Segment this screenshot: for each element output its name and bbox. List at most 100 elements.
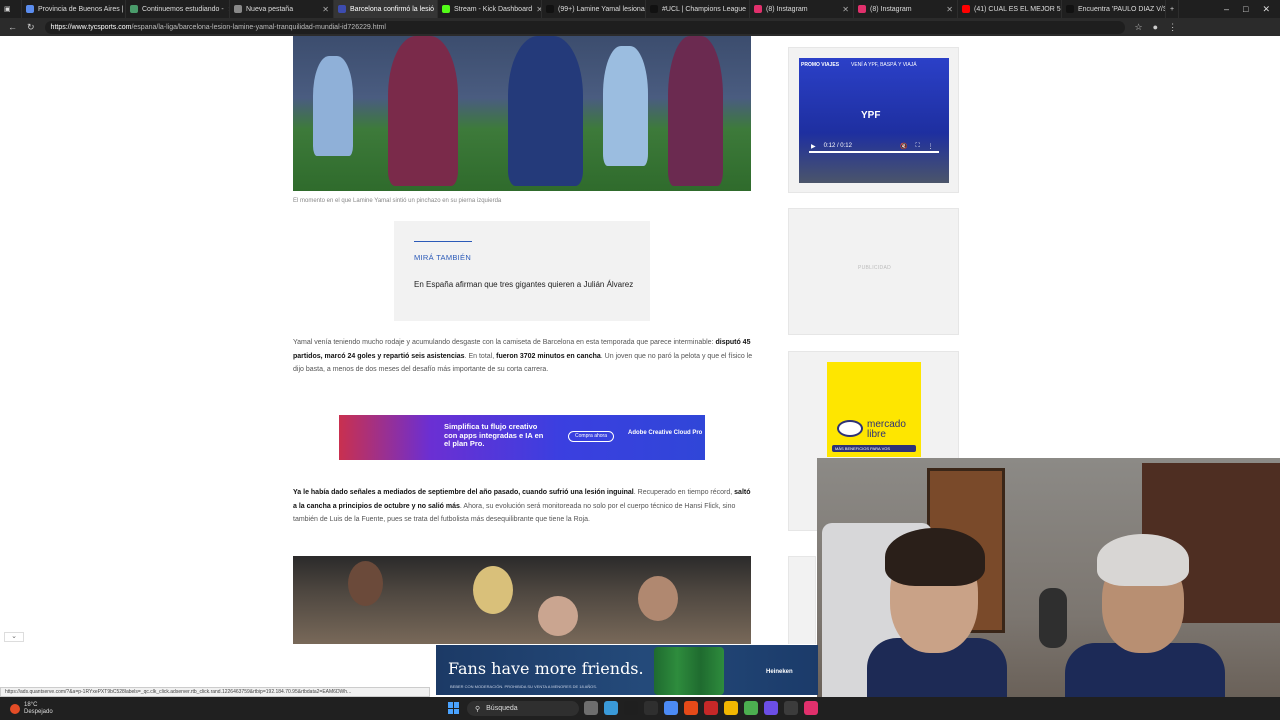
- browser-tab[interactable]: Barcelona confirmó la lesió✕: [334, 0, 438, 18]
- browser-tab[interactable]: (41) CUAL ES EL MEJOR 5 D✕: [958, 0, 1062, 18]
- tab-favicon-icon: [442, 5, 450, 13]
- search-icon: ⚲: [475, 705, 481, 713]
- taskbar-app-icon[interactable]: [744, 701, 758, 715]
- taskbar-pinned-apps: [584, 701, 818, 715]
- new-tab-icon[interactable]: +: [1166, 0, 1180, 18]
- video-time: 0:12 / 0:12: [823, 143, 852, 149]
- weather-widget[interactable]: 18°C Despejado: [10, 702, 53, 716]
- address-bar: ← ↻ https://www.tycsports.com /espana/la…: [0, 18, 1280, 36]
- tab-favicon-icon: [650, 5, 658, 13]
- heineken-bottles: [654, 647, 724, 695]
- browser-tab[interactable]: Continuemos estudiando -✕: [126, 0, 230, 18]
- ypf-logo: YPF: [861, 110, 881, 121]
- menu-icon[interactable]: ⋮: [1168, 22, 1177, 33]
- tab-label: (8) Instagram: [870, 5, 912, 13]
- url-domain: https://www.tycsports.com: [50, 23, 132, 31]
- handshake-logo-icon: [837, 420, 863, 437]
- windows-start-icon[interactable]: [448, 702, 460, 714]
- taskbar-app-icon[interactable]: [724, 701, 738, 715]
- browser-tab[interactable]: Nueva pestaña ✕: [230, 0, 334, 18]
- tab-favicon-icon: [858, 5, 866, 13]
- browser-tab[interactable]: (8) Instagram ✕: [854, 0, 958, 18]
- taskbar-app-icon[interactable]: [764, 701, 778, 715]
- browser-tab[interactable]: Provincia de Buenos Aires |✕: [22, 0, 126, 18]
- tab-overview-icon[interactable]: ▣: [0, 0, 22, 18]
- tab-favicon-icon: [338, 5, 346, 13]
- browser-tab[interactable]: Stream - Kick Dashboard✕: [438, 0, 542, 18]
- browser-tab[interactable]: #UCL | Champions League✕: [646, 0, 750, 18]
- profile-icon[interactable]: ●: [1153, 22, 1158, 32]
- tab-close-icon[interactable]: ✕: [942, 5, 953, 14]
- tab-label: (8) Instagram: [766, 5, 808, 13]
- heineken-headline: Fans have more friends.: [448, 659, 644, 678]
- ypf-promo-label: PROMO VIAJES: [801, 62, 840, 68]
- video-menu-icon[interactable]: ⋮: [928, 143, 934, 150]
- tab-label: (99+) Lamine Yamal lesiona: [558, 5, 645, 13]
- play-icon[interactable]: ▶: [811, 143, 816, 150]
- taskbar-search[interactable]: ⚲ Búsqueda: [467, 701, 579, 716]
- taskbar-app-icon[interactable]: [604, 701, 618, 715]
- weather-icon: [10, 704, 20, 714]
- back-icon[interactable]: ←: [8, 22, 17, 32]
- tab-label: (41) CUAL ES EL MEJOR 5 D: [974, 5, 1062, 13]
- tab-close-icon[interactable]: ✕: [532, 5, 541, 14]
- tab-close-icon[interactable]: ✕: [838, 5, 849, 14]
- adobe-buy-button[interactable]: Compra ahora: [568, 431, 614, 442]
- ad-slot-partial: [788, 556, 816, 644]
- ad-placeholder: PUBLICIDAD: [788, 208, 959, 335]
- article-photo-2: [293, 556, 751, 644]
- minimize-icon[interactable]: –: [1224, 4, 1229, 15]
- tab-label: Barcelona confirmó la lesió: [350, 5, 435, 13]
- taskbar-app-icon[interactable]: [804, 701, 818, 715]
- related-article-box[interactable]: MIRÁ TAMBIÉN En España afirman que tres …: [394, 221, 650, 321]
- taskbar-app-icon[interactable]: [644, 701, 658, 715]
- adobe-ad-text: Simplifica tu flujo creativo con apps in…: [444, 422, 544, 448]
- search-placeholder: Búsqueda: [486, 705, 518, 712]
- status-bar-url: https://ads.quantserve.com/?&a=p-1RYxePX…: [0, 687, 430, 697]
- divider: [414, 241, 472, 242]
- article-hero-image: [293, 36, 751, 191]
- url-path: /espana/la-liga/barcelona-lesion-lamine-…: [131, 23, 386, 31]
- mercadolibre-strip: MÁS BENEFICIOS PARA VOS: [832, 445, 916, 452]
- tab-favicon-icon: [546, 5, 554, 13]
- taskbar-app-icon[interactable]: [584, 701, 598, 715]
- related-title-link[interactable]: En España afirman que tres gigantes quie…: [414, 279, 634, 290]
- tab-close-icon[interactable]: ✕: [318, 5, 329, 14]
- weather-text: Despejado: [24, 709, 53, 715]
- mute-icon[interactable]: 🔇: [900, 143, 907, 150]
- fullscreen-icon[interactable]: ⛶: [915, 143, 919, 150]
- video-progress-bar[interactable]: [809, 151, 939, 153]
- taskbar-app-icon[interactable]: [664, 701, 678, 715]
- mercadolibre-ad[interactable]: mercado libre MÁS BENEFICIOS PARA VOS: [827, 362, 921, 457]
- tab-favicon-icon: [754, 5, 762, 13]
- taskbar-app-icon[interactable]: [684, 701, 698, 715]
- taskbar: 18°C Despejado ⚲ Búsqueda: [0, 697, 1280, 720]
- tab-label: Provincia de Buenos Aires |: [38, 5, 124, 13]
- taskbar-app-icon[interactable]: [624, 701, 638, 715]
- tab-bar: ▣Provincia de Buenos Aires |✕Continuemos…: [0, 0, 1280, 18]
- mercadolibre-brand: mercado libre: [867, 419, 906, 440]
- tab-label: Continuemos estudiando -: [142, 5, 224, 13]
- adobe-ad-banner[interactable]: Simplifica tu flujo creativo con apps in…: [339, 415, 705, 460]
- tab-label: Encuentra 'PAULO DIAZ V/S: [1078, 5, 1166, 13]
- taskbar-app-icon[interactable]: [704, 701, 718, 715]
- maximize-icon[interactable]: □: [1243, 4, 1248, 15]
- star-icon[interactable]: ☆: [1135, 22, 1143, 33]
- heineken-brand: Heineken: [766, 669, 793, 675]
- taskbar-app-icon[interactable]: [784, 701, 798, 715]
- tab-favicon-icon: [130, 5, 138, 13]
- ypf-promo-text: VENÍ A YPF, BASPÁ Y VIAJÁ: [851, 62, 917, 68]
- url-field[interactable]: https://www.tycsports.com /espana/la-lig…: [44, 20, 1125, 34]
- heineken-ad-banner[interactable]: Fans have more friends. BEBER CON MODERA…: [436, 645, 818, 695]
- webcam-overlay: [817, 458, 1280, 720]
- close-window-icon[interactable]: ✕: [1262, 4, 1270, 15]
- tab-label: Nueva pestaña: [246, 5, 294, 13]
- browser-tab[interactable]: (99+) Lamine Yamal lesiona✕: [542, 0, 646, 18]
- reload-icon[interactable]: ↻: [27, 22, 35, 33]
- related-label: MIRÁ TAMBIÉN: [414, 253, 472, 262]
- article-paragraph-1: Yamal venía teniendo mucho rodaje y acum…: [293, 339, 753, 373]
- browser-tab[interactable]: Encuentra 'PAULO DIAZ V/S✕: [1062, 0, 1166, 18]
- chevron-down-icon[interactable]: ⌄: [4, 632, 24, 642]
- ypf-video-ad[interactable]: PROMO VIAJES VENÍ A YPF, BASPÁ Y VIAJÁ Y…: [799, 58, 949, 183]
- browser-tab[interactable]: (8) Instagram ✕: [750, 0, 854, 18]
